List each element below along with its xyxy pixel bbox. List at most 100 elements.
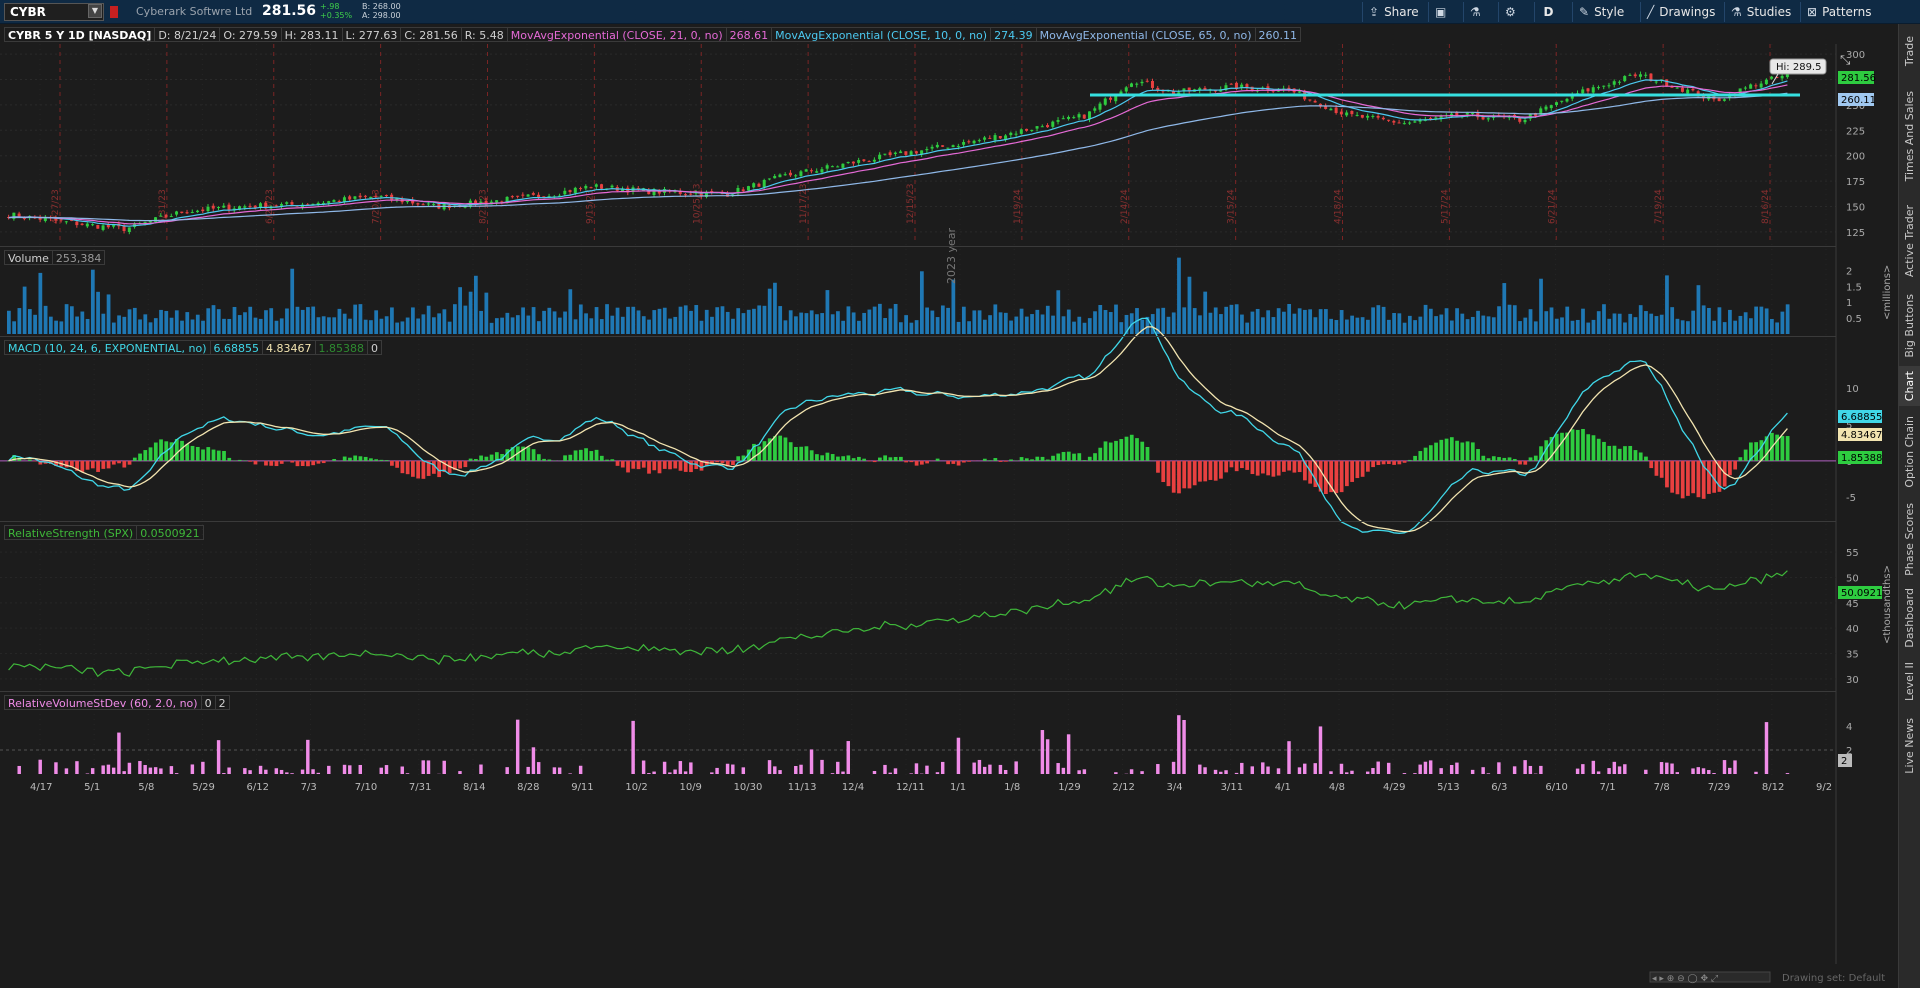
tab-trade[interactable]: Trade xyxy=(1898,28,1920,74)
pane-separator[interactable] xyxy=(0,336,1836,337)
candle-body xyxy=(1691,89,1695,91)
style-button[interactable]: ✎ Style xyxy=(1572,2,1630,22)
zoom-controls[interactable]: ◂ ▸ ⊕ ⊖ ◯ ✥ ⤢ xyxy=(1652,974,1718,984)
tab-big-buttons[interactable]: Big Buttons xyxy=(1898,290,1920,362)
tab-level-ii[interactable]: Level II xyxy=(1898,656,1920,708)
tab-active-trader[interactable]: Active Trader xyxy=(1898,196,1920,286)
candle-body xyxy=(914,151,918,154)
flask-button[interactable]: ⚗ xyxy=(1463,2,1487,22)
candle-body xyxy=(1381,117,1385,120)
patterns-button[interactable]: ⊠ Patterns xyxy=(1800,2,1878,22)
rs-label[interactable]: RelativeStrength (SPX) xyxy=(4,524,138,540)
volume-bar xyxy=(1439,314,1444,334)
drawings-label: Drawings xyxy=(1659,5,1716,19)
volume-bar xyxy=(1119,322,1124,334)
drawings-button[interactable]: ╱ Drawings xyxy=(1640,2,1721,22)
ema10-label[interactable]: MovAvgExponential (CLOSE, 10, 0, no) xyxy=(772,26,992,42)
patterns-label: Patterns xyxy=(1822,5,1872,19)
volume-bar xyxy=(1282,311,1286,334)
macd-hist-bar xyxy=(195,446,200,461)
macd-hist-bar xyxy=(132,457,137,461)
tab-live-news[interactable]: Live News xyxy=(1898,712,1920,780)
rvol-bar xyxy=(1707,770,1711,774)
volume-bar xyxy=(1072,321,1076,334)
top-toolbar: CYBR ▼ Cyberark Softwre Ltd 281.56 +.98 … xyxy=(0,0,1920,24)
macd-hist-bar xyxy=(1738,457,1743,461)
ema21-label[interactable]: MovAvgExponential (CLOSE, 21, 0, no) xyxy=(507,26,727,42)
price-header: CYBR 5 Y 1D [NASDAQ] D: 8/21/24 O: 279.5… xyxy=(4,26,1301,42)
volume-bar xyxy=(1449,320,1454,334)
volume-bar xyxy=(1623,322,1627,334)
rvol-bar xyxy=(1675,772,1680,774)
volume-bar xyxy=(767,288,772,334)
ema65-label[interactable]: MovAvgExponential (CLOSE, 65, 0, no) xyxy=(1036,26,1256,42)
tab-times-and-sales[interactable]: Times And Sales xyxy=(1898,80,1920,192)
rvol-bar xyxy=(1219,771,1223,774)
macd-hist-bar xyxy=(678,460,683,471)
zoom-icon[interactable]: ⤡ xyxy=(1840,53,1851,68)
candle-body xyxy=(1376,115,1380,118)
rvol-value-1: 0 xyxy=(201,694,216,710)
tab-phase-scores[interactable]: Phase Scores xyxy=(1898,498,1920,580)
rvol-bar xyxy=(631,720,635,774)
pane-separator[interactable] xyxy=(0,691,1836,692)
macd-hist-bar xyxy=(458,460,462,469)
volume-bar xyxy=(1596,311,1601,334)
macd-hist-bar xyxy=(1292,460,1297,473)
pane-separator[interactable] xyxy=(0,521,1836,522)
rvol-bar xyxy=(358,764,362,774)
volume-bar xyxy=(804,313,809,334)
studies-button[interactable]: ⚗ Studies xyxy=(1724,2,1797,22)
candle-body xyxy=(972,140,976,144)
rvol-bar xyxy=(1623,764,1627,774)
candle-body xyxy=(1093,108,1097,111)
ohlc-high: H: 283.11 xyxy=(281,26,343,42)
candle-body xyxy=(421,204,425,206)
macd-hist-bar xyxy=(846,455,851,461)
candle-body xyxy=(196,210,200,213)
screenshot-button[interactable]: ▣ xyxy=(1428,2,1452,22)
macd-hist-bar xyxy=(1192,460,1197,486)
rvol-bar xyxy=(794,766,798,774)
macd-hist-bar xyxy=(1066,451,1071,461)
pane-separator[interactable] xyxy=(0,246,1836,247)
tab-dashboard[interactable]: Dashboard xyxy=(1898,584,1920,652)
symbol-dropdown-icon[interactable]: ▼ xyxy=(88,4,102,18)
volume-bar xyxy=(1507,304,1512,334)
rvol-bar xyxy=(552,767,557,774)
grid-lines xyxy=(0,44,1837,964)
macd-hist-bar xyxy=(1129,434,1134,461)
volume-y-tick: 1 xyxy=(1846,298,1852,309)
earnings-date: 2/14/24 xyxy=(1120,189,1130,224)
rvol-bar xyxy=(264,769,268,774)
macd-hist-bar xyxy=(1654,460,1659,476)
settings-button[interactable]: ⚙ xyxy=(1498,2,1522,22)
candle-body xyxy=(1413,121,1417,123)
rvol-bar xyxy=(38,759,42,774)
rvol-bar xyxy=(400,766,404,774)
candle-body xyxy=(290,202,294,205)
volume-bar xyxy=(1345,319,1349,334)
chart-area[interactable]: 4/27/235/31/236/23/237/20/238/21/239/15/… xyxy=(0,24,1898,988)
macd-hist-bar xyxy=(211,449,216,461)
tab-option-chain[interactable]: Option Chain xyxy=(1898,410,1920,494)
share-button[interactable]: ⇪ Share xyxy=(1362,2,1425,22)
volume-bar xyxy=(243,312,247,334)
candle-body xyxy=(43,217,47,221)
volume-bar xyxy=(122,316,127,334)
macd-hist-bar xyxy=(1434,442,1438,461)
rvol-bar xyxy=(127,762,132,774)
macd-label[interactable]: MACD (10, 24, 6, EXPONENTIAL, no) xyxy=(4,339,211,355)
volume-bar xyxy=(862,312,867,334)
macd-hist-bar xyxy=(1780,435,1785,461)
tab-chart[interactable]: Chart xyxy=(1898,366,1920,406)
rvol-label[interactable]: RelativeVolumeStDev (60, 2.0, no) xyxy=(4,694,202,710)
volume-bar xyxy=(426,305,431,334)
chart-canvas[interactable]: 4/27/235/31/236/23/237/20/238/21/239/15/… xyxy=(0,24,1898,988)
volume-label[interactable]: Volume xyxy=(4,249,53,265)
volume-bar xyxy=(757,305,762,334)
rvol-bar xyxy=(652,771,656,774)
x-axis-label: 10/9 xyxy=(679,782,701,793)
rvol-bar xyxy=(169,766,174,774)
aggregation-button[interactable]: D xyxy=(1534,2,1562,22)
